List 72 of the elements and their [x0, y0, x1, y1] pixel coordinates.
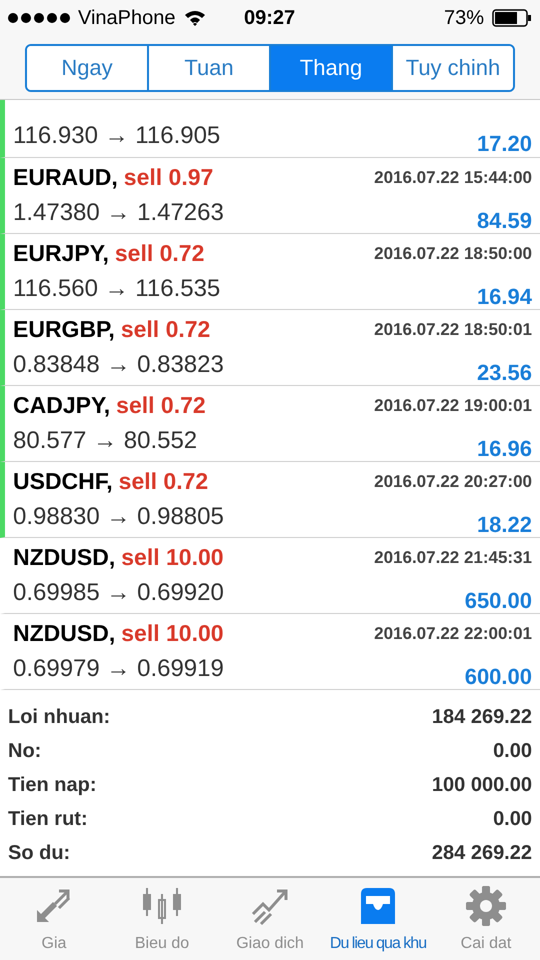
trade-prices: 0.69985 → 0.69920: [13, 578, 224, 608]
trade-row[interactable]: CADJPY, sell 0.72 2016.07.22 19:00:01 80.577 → 80.552 16.96: [0, 386, 540, 462]
trade-time: 2016.07.22 15:44:00: [374, 166, 532, 189]
trade-side: sell 0.72: [120, 315, 210, 344]
summary-label: Tien nap:: [8, 772, 97, 798]
trade-profit: 18.22: [476, 510, 532, 539]
candlestick-icon: [141, 886, 183, 926]
trade-time: 2016.07.22 19:00:01: [374, 394, 532, 417]
signal-icon: [8, 13, 70, 23]
trade-prices: 80.577 → 80.552: [13, 426, 198, 456]
trade-time: 2016.07.22 21:45:31: [374, 546, 532, 569]
period-tab[interactable]: Thang: [269, 46, 391, 90]
trade-row[interactable]: EURJPY, sell 0.72 2016.07.22 18:50:00 116.560 → 116.535 16.94: [0, 234, 540, 310]
trade-profit: 600.00: [464, 662, 532, 691]
trade-symbol: USDCHF,: [13, 467, 113, 496]
clock-time: 09:27: [244, 6, 296, 31]
trade-profit: 16.96: [476, 434, 532, 463]
trade-row[interactable]: NZDUSD, sell 10.00 2016.07.22 21:45:31 0.69985 → 0.69920 650.00: [0, 538, 540, 614]
summary-label: Loi nhuan:: [8, 704, 110, 730]
trade-time: 2016.07.22 20:27:00: [374, 470, 532, 493]
nav-tab[interactable]: Bieu do: [108, 878, 216, 960]
trade-side: sell 0.72: [116, 391, 206, 420]
nav-tab[interactable]: Giao dich: [216, 878, 324, 960]
wifi-icon: [184, 10, 206, 26]
trade-symbol: NZDUSD,: [13, 543, 116, 572]
trade-profit: 650.00: [464, 586, 532, 615]
trade-time: 2016.07.22 18:50:01: [374, 318, 532, 341]
nav-tab[interactable]: Cai dat: [432, 878, 540, 960]
trade-side: sell 0.97: [124, 163, 214, 192]
trade-symbol: EURAUD,: [13, 163, 118, 192]
trade-side: sell 0.72: [114, 239, 204, 268]
summary-value: 284 269.22: [432, 840, 532, 866]
nav-tab[interactable]: Du lieu qua khu: [324, 878, 432, 960]
period-tab[interactable]: Tuan: [147, 46, 269, 90]
battery-percent: 73%: [444, 6, 484, 31]
trade-symbol: EURJPY,: [13, 239, 109, 268]
trade-symbol: CADJPY,: [13, 391, 110, 420]
trade-side: sell 10.00: [121, 543, 224, 572]
summary-label: So du:: [8, 840, 70, 866]
summary-value: 0.00: [493, 738, 532, 764]
period-tab[interactable]: Ngay: [27, 46, 147, 90]
summary-value: 100 000.00: [432, 772, 532, 798]
trade-time: 2016.07.22 18:50:00: [374, 242, 532, 265]
trade-prices: 0.83848 → 0.83823: [13, 350, 224, 380]
summary-value: 0.00: [493, 806, 532, 832]
trade-profit: 84.59: [476, 206, 532, 235]
trade-profit: 17.20: [476, 130, 532, 158]
trade-prices: 1.47380 → 1.47263: [13, 198, 224, 228]
trade-row[interactable]: EURAUD, sell 0.97 2016.07.22 15:44:00 1.47380 → 1.47263 84.59: [0, 158, 540, 234]
battery-icon: [492, 9, 532, 27]
trade-prices: 0.98830 → 0.98805: [13, 502, 224, 532]
nav-tab[interactable]: Gia: [0, 878, 108, 960]
trade-side: sell 10.00: [121, 619, 224, 648]
trade-prices: 116.930 → 116.905: [13, 120, 220, 150]
trade-profit: 16.94: [476, 282, 532, 311]
trade-profit: 23.56: [476, 358, 532, 387]
trade-time: 2016.07.22 22:00:01: [374, 622, 532, 645]
settings-icon: [465, 886, 507, 926]
period-tab[interactable]: Tuy chinh: [391, 46, 513, 90]
trade-row[interactable]: EURGBP, sell 0.72 2016.07.22 18:50:01 0.83848 → 0.83823 23.56: [0, 310, 540, 386]
carrier-name: VinaPhone: [78, 6, 176, 31]
trade-symbol: EURGBP,: [13, 315, 115, 344]
trade-symbol: NZDUSD,: [13, 619, 116, 648]
summary-value: 184 269.22: [432, 704, 532, 730]
summary-label: No:: [8, 738, 42, 764]
trade-row[interactable]: USDCHF, sell 0.72 2016.07.22 20:27:00 0.98830 → 0.98805 18.22: [0, 462, 540, 538]
trade-row[interactable]: 116.930 → 116.905 17.20: [0, 100, 540, 158]
trade-row[interactable]: NZDUSD, sell 10.00 2016.07.22 22:00:01 0.69979 → 0.69919 600.00: [0, 614, 540, 690]
trade-prices: 116.560 → 116.535: [13, 274, 220, 304]
trade-prices: 0.69979 → 0.69919: [13, 654, 224, 684]
summary-label: Tien rut:: [8, 806, 88, 832]
trade-side: sell 0.72: [118, 467, 208, 496]
